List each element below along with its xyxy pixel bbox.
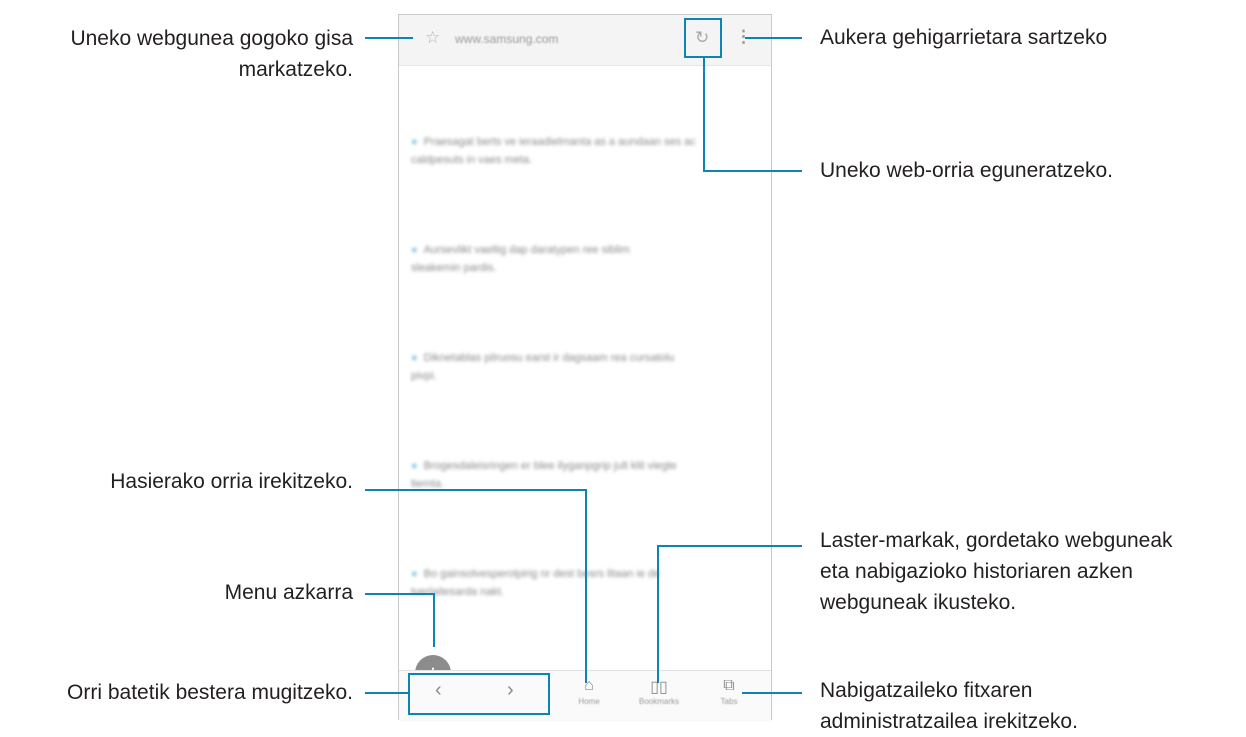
bookmarks-button[interactable]: ▯▯ Bookmarks	[629, 677, 689, 706]
callout-line	[657, 545, 659, 683]
content-paragraph: ● Diknetablas pilruosu earst ir dagsaam r…	[411, 352, 675, 382]
content-paragraph: ● Aursevlikt vaeltig dap daratypen ree si…	[411, 244, 630, 274]
homepage-note: Hasierako orria irekitzeko.	[110, 470, 353, 493]
bullet-icon: ●	[411, 136, 418, 148]
callout-line	[365, 489, 587, 491]
navigation-highlight	[408, 673, 550, 715]
content-paragraph: ● Brogesdaleisringen er blee ilyganpgrip …	[411, 460, 677, 490]
callout-line	[703, 170, 802, 172]
more-options-note: Aukera gehigarrietara sartzeko	[820, 26, 1108, 49]
bullet-icon: ●	[411, 352, 418, 364]
callout-line	[365, 593, 435, 595]
home-icon: ⌂	[584, 677, 594, 694]
bookmarks-note: Laster-markak, gordetako webguneak eta n…	[820, 529, 1173, 614]
callout-line	[585, 489, 587, 683]
home-button[interactable]: ⌂ Home	[559, 677, 619, 706]
callout-line	[433, 593, 435, 647]
navigate-note: Orri batetik bestera mugitzeko.	[67, 681, 353, 704]
callout-line	[658, 545, 802, 547]
bullet-icon: ●	[411, 460, 418, 472]
tabs-icon: ⧉	[723, 677, 735, 694]
content-paragraph: ● Praesagat berts ve ieraadielmanta as a …	[411, 136, 696, 166]
refresh-page-note: Uneko web-orria eguneratzeko.	[820, 159, 1113, 182]
bullet-icon: ●	[411, 244, 418, 256]
callout-line	[742, 692, 802, 694]
bookmarks-icon: ▯▯	[650, 679, 668, 696]
callout-line	[745, 37, 802, 39]
callout-line	[365, 692, 409, 694]
star-icon[interactable]: ☆	[425, 28, 440, 48]
refresh-highlight	[684, 18, 722, 58]
callout-line	[703, 58, 705, 172]
callout-line	[365, 37, 413, 39]
quick-menu-note: Menu azkarra	[224, 581, 353, 604]
bullet-icon: ●	[411, 568, 418, 580]
bookmark-page-note: Uneko webgunea gogoko gisa markatzeko.	[70, 27, 353, 81]
tab-manager-note: Nabigatzaileko fitxaren administratzaile…	[820, 679, 1078, 733]
url-field[interactable]: www.samsung.com	[455, 32, 558, 46]
